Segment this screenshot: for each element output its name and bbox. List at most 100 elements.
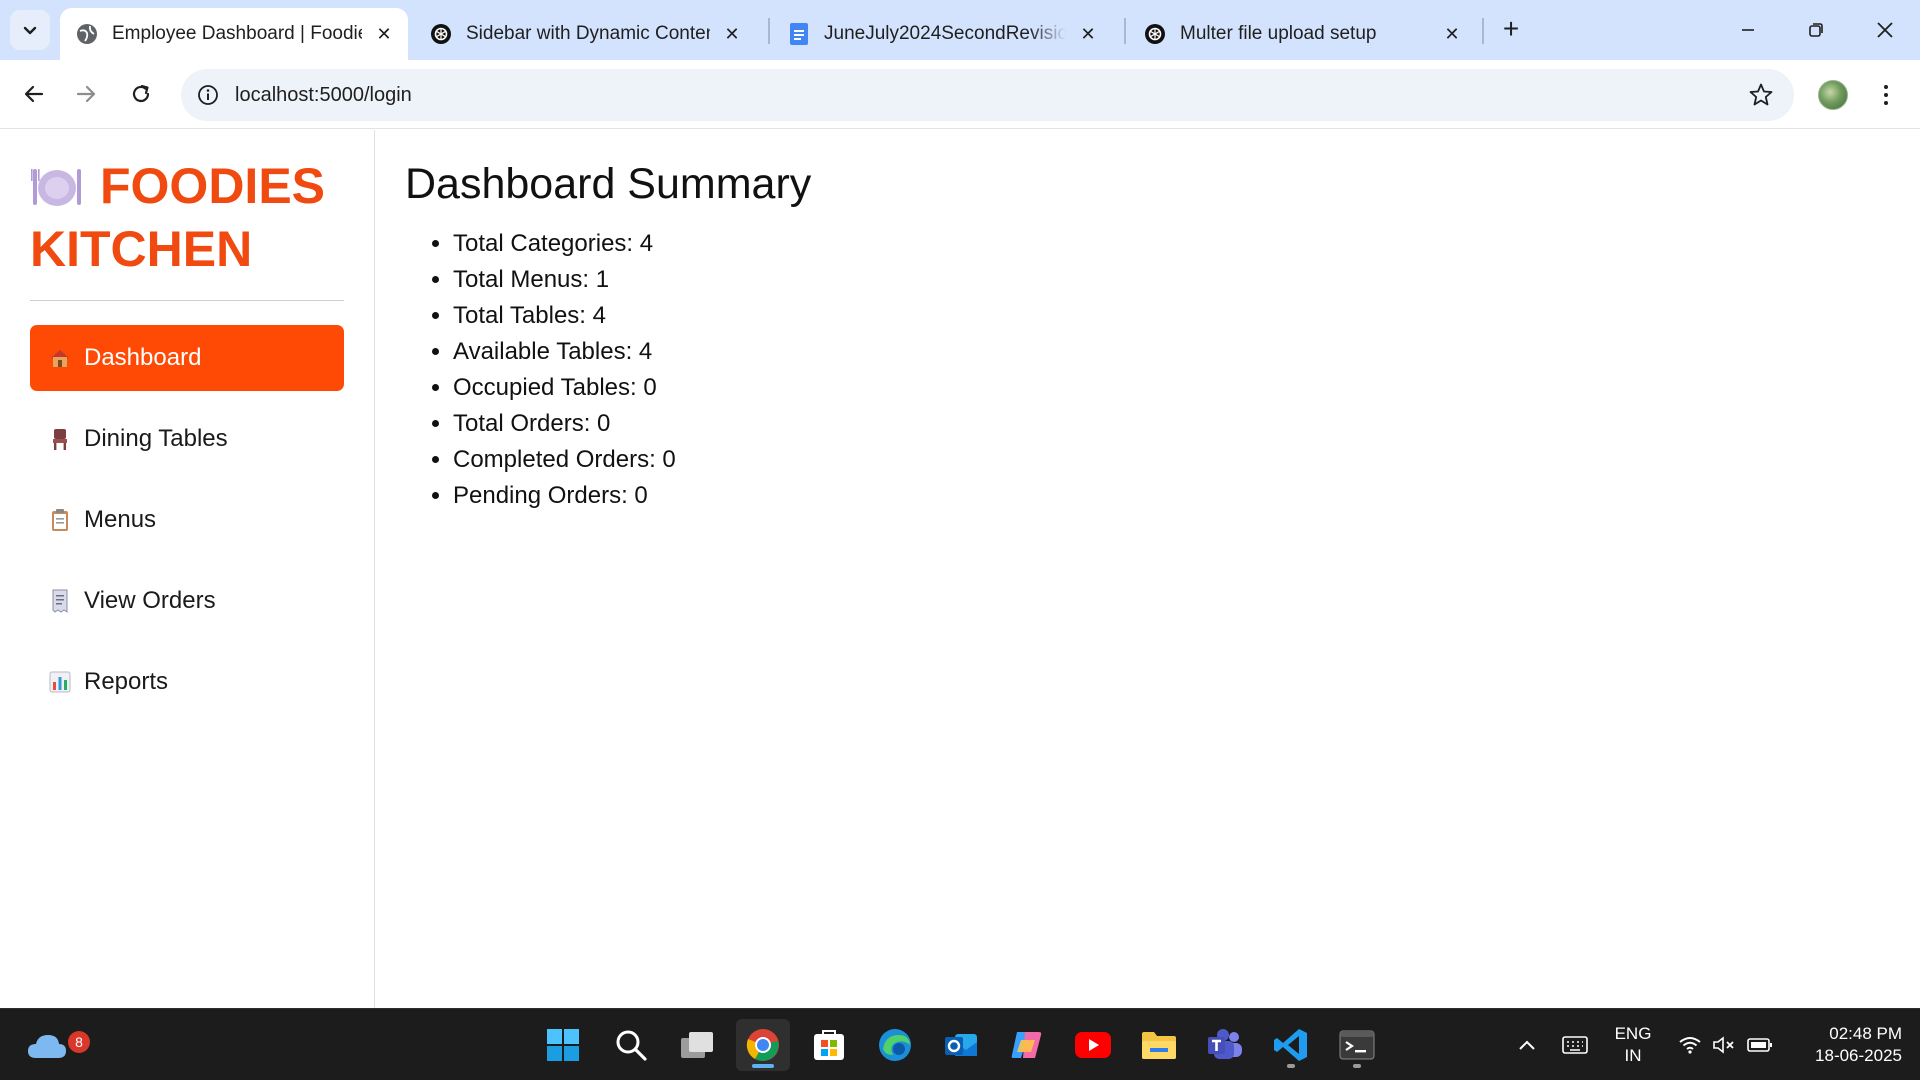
close-icon[interactable]: ✕	[374, 24, 394, 45]
active-indicator	[752, 1064, 774, 1068]
browser-tab-strip: Employee Dashboard | Foodies ✕ Sidebar w…	[0, 0, 1920, 60]
plate-cutlery-icon	[30, 163, 84, 221]
google-docs-icon	[788, 23, 810, 45]
vscode-icon	[1274, 1029, 1307, 1061]
close-icon[interactable]: ✕	[1078, 24, 1098, 45]
store-icon	[814, 1030, 844, 1060]
windows-taskbar: 8 ENG IN 02:48 PM 18-06-2025	[0, 1008, 1920, 1080]
sidebar-item-reports[interactable]: Reports	[30, 649, 344, 715]
back-button[interactable]	[14, 74, 54, 114]
chrome-icon	[746, 1029, 779, 1061]
bar-chart-icon	[48, 670, 72, 694]
touch-keyboard-button[interactable]	[1558, 1009, 1592, 1080]
info-icon[interactable]	[195, 82, 221, 108]
keyboard-icon	[1562, 1036, 1588, 1054]
chevron-down-icon	[23, 26, 37, 35]
chair-icon	[48, 427, 72, 451]
clock-date: 18-06-2025	[1815, 1046, 1902, 1065]
task-view-button[interactable]	[670, 1019, 724, 1071]
battery-status[interactable]	[1744, 1009, 1776, 1080]
forward-button[interactable]	[66, 74, 106, 114]
sidebar-item-label: Menus	[84, 506, 157, 533]
page-title: Dashboard Summary	[405, 160, 812, 208]
summary-item-available-tables: Available Tables: 4	[453, 334, 676, 370]
close-icon	[1877, 22, 1893, 38]
tab-title: Employee Dashboard | Foodies	[112, 23, 362, 44]
sidebar-item-dashboard[interactable]: Dashboard	[30, 325, 344, 391]
teams-icon	[1208, 1029, 1242, 1059]
taskbar-youtube[interactable]	[1066, 1019, 1120, 1071]
openai-icon	[1144, 23, 1166, 45]
close-window-button[interactable]	[1862, 10, 1908, 50]
taskbar-outlook[interactable]	[934, 1019, 988, 1071]
close-icon[interactable]: ✕	[1442, 24, 1462, 45]
minimize-button[interactable]	[1725, 10, 1771, 50]
sidebar: FOODIES KITCHEN Dashboard Dining Tables …	[0, 130, 375, 1008]
reload-icon	[132, 84, 150, 103]
tab-title: JuneJuly2024SecondRevisionPla	[824, 23, 1066, 44]
address-bar[interactable]: localhost:5000/login	[181, 69, 1794, 121]
sidebar-item-label: View Orders	[84, 587, 216, 614]
search-icon	[616, 1030, 647, 1061]
brand-line-1: FOODIES	[100, 158, 326, 214]
running-indicator	[1353, 1064, 1361, 1068]
summary-item-total-categories: Total Categories: 4	[453, 226, 676, 262]
restore-button[interactable]	[1793, 10, 1839, 50]
profile-avatar[interactable]	[1818, 80, 1848, 110]
windows-start-icon	[547, 1029, 579, 1061]
sidebar-item-dining-tables[interactable]: Dining Tables	[30, 406, 344, 472]
start-button[interactable]	[536, 1019, 590, 1071]
summary-item-total-tables: Total Tables: 4	[453, 298, 676, 334]
system-clock[interactable]: 02:48 PM 18-06-2025	[1790, 1023, 1902, 1067]
show-hidden-icons-button[interactable]	[1512, 1009, 1542, 1080]
volume-status[interactable]	[1708, 1009, 1740, 1080]
edge-icon	[879, 1029, 911, 1061]
house-icon	[48, 346, 72, 370]
volume-muted-icon	[1713, 1036, 1734, 1054]
folder-icon	[1142, 1032, 1176, 1059]
youtube-icon	[1075, 1032, 1111, 1058]
cloud-icon	[28, 1035, 66, 1058]
bookmark-star-icon[interactable]	[1748, 82, 1774, 108]
sidebar-item-view-orders[interactable]: View Orders	[30, 568, 344, 634]
tab-separator	[768, 18, 770, 44]
running-indicator	[1287, 1064, 1295, 1068]
reload-button[interactable]	[121, 74, 161, 114]
tab-title: Sidebar with Dynamic Content	[466, 23, 710, 44]
taskbar-vscode[interactable]	[1264, 1019, 1318, 1071]
taskbar-terminal[interactable]	[1330, 1019, 1384, 1071]
close-icon[interactable]: ✕	[722, 24, 742, 45]
taskbar-edge[interactable]	[868, 1019, 922, 1071]
taskbar-search-button[interactable]	[604, 1019, 658, 1071]
summary-item-total-orders: Total Orders: 0	[453, 406, 676, 442]
summary-list: Total Categories: 4 Total Menus: 1 Total…	[453, 226, 676, 514]
openai-icon	[430, 23, 452, 45]
taskbar-teams[interactable]	[1198, 1019, 1252, 1071]
tab-multer-upload[interactable]: Multer file upload setup ✕	[1128, 8, 1476, 60]
taskbar-microsoft-store[interactable]	[802, 1019, 856, 1071]
chevron-up-icon	[1519, 1040, 1535, 1050]
globe-icon	[76, 23, 98, 45]
language-indicator[interactable]: ENG IN	[1610, 1023, 1656, 1067]
taskbar-file-explorer[interactable]	[1132, 1019, 1186, 1071]
plus-icon: +	[1502, 13, 1520, 44]
notification-badge: 8	[68, 1031, 90, 1053]
wifi-status[interactable]	[1674, 1009, 1706, 1080]
minimize-icon	[1742, 29, 1754, 31]
tab-search-button[interactable]	[10, 10, 50, 50]
sidebar-item-menus[interactable]: Menus	[30, 487, 344, 553]
url-text[interactable]: localhost:5000/login	[235, 69, 412, 121]
new-tab-button[interactable]: +	[1494, 12, 1528, 48]
summary-item-occupied-tables: Occupied Tables: 0	[453, 370, 676, 406]
taskbar-chrome[interactable]	[736, 1019, 790, 1071]
sidebar-item-label: Dashboard	[84, 344, 202, 371]
tab-employee-dashboard[interactable]: Employee Dashboard | Foodies ✕	[60, 8, 408, 60]
summary-item-pending-orders: Pending Orders: 0	[453, 478, 676, 514]
taskbar-copilot[interactable]	[1000, 1019, 1054, 1071]
tab-google-doc[interactable]: JuneJuly2024SecondRevisionPla ✕	[772, 8, 1112, 60]
tab-sidebar-dynamic[interactable]: Sidebar with Dynamic Content ✕	[414, 8, 756, 60]
weather-widget[interactable]: 8	[20, 1019, 90, 1071]
browser-menu-kebab-icon[interactable]	[1874, 80, 1898, 110]
copilot-icon	[1011, 1032, 1042, 1058]
sidebar-item-label: Reports	[84, 668, 169, 695]
